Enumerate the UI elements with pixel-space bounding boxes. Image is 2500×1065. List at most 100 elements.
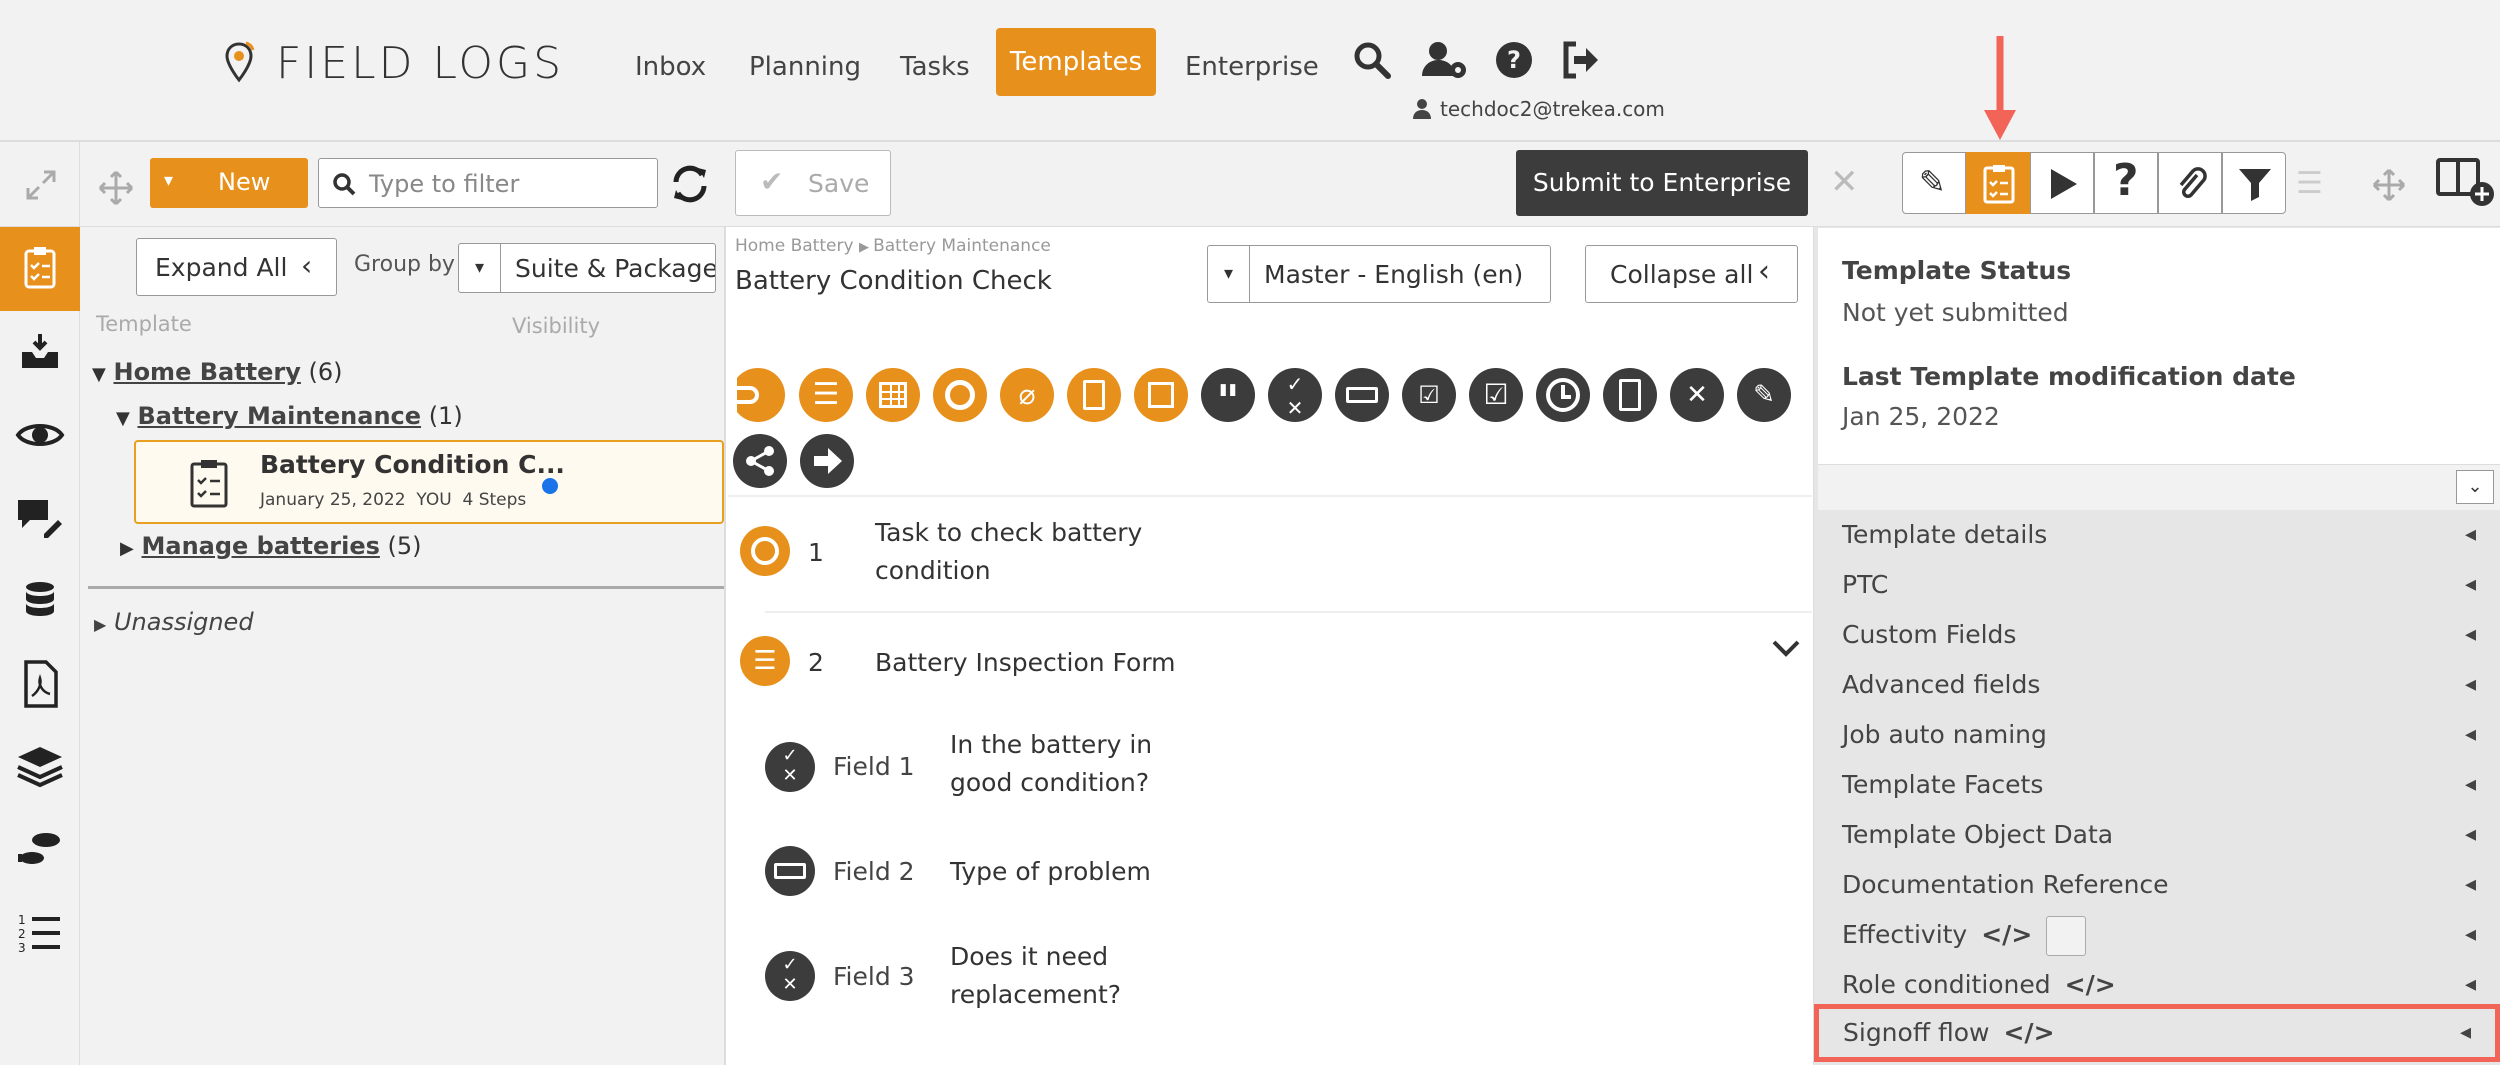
palette-next-arrow-icon[interactable] bbox=[800, 434, 854, 488]
column-header-template: Template bbox=[96, 312, 192, 336]
palette-list-icon[interactable]: ☰ bbox=[799, 368, 853, 422]
section-template-facets[interactable]: Template Facets ◂ bbox=[1818, 760, 2500, 810]
clipboard-checklist-icon[interactable] bbox=[14, 243, 66, 295]
breadcrumb-item[interactable]: Battery Maintenance bbox=[873, 236, 1051, 256]
arrow-down-annotation-icon bbox=[1984, 36, 2016, 140]
check-cross-field-icon: ✓ ✕ bbox=[765, 951, 815, 1001]
app-logo[interactable]: FIELD LOGS bbox=[276, 38, 564, 90]
play-tab[interactable] bbox=[2030, 152, 2094, 214]
palette-checklist-icon[interactable] bbox=[1067, 368, 1121, 422]
filter-tab[interactable] bbox=[2222, 152, 2286, 214]
checklist-tab-active[interactable] bbox=[1966, 152, 2030, 214]
layers-icon[interactable] bbox=[14, 741, 66, 793]
tree-node-manage-batteries[interactable]: ▶ Manage batteries (5) bbox=[120, 530, 422, 565]
palette-start-icon[interactable] bbox=[737, 368, 785, 422]
chevron-left-icon: ‹ bbox=[301, 249, 313, 282]
nav-enterprise[interactable]: Enterprise bbox=[1165, 40, 1339, 94]
new-button[interactable]: ▾ New bbox=[150, 158, 308, 208]
svg-text:3: 3 bbox=[18, 941, 26, 955]
refresh-icon[interactable] bbox=[668, 162, 712, 206]
tree-node-battery-maintenance[interactable]: ▼ Battery Maintenance (1) bbox=[116, 400, 463, 435]
palette-dropdown-icon[interactable] bbox=[1335, 368, 1389, 422]
chevron-down-icon[interactable]: ⌄ bbox=[2456, 470, 2494, 504]
section-custom-fields[interactable]: Custom Fields ◂ bbox=[1818, 610, 2500, 660]
palette-multi-check-icon[interactable]: ☑ bbox=[1402, 368, 1456, 422]
footsteps-icon[interactable] bbox=[14, 824, 66, 876]
add-panel-icon[interactable] bbox=[2436, 156, 2496, 208]
nav-tasks[interactable]: Tasks bbox=[880, 40, 990, 94]
palette-table-icon[interactable] bbox=[866, 368, 920, 422]
section-template-object-data[interactable]: Template Object Data ◂ bbox=[1818, 810, 2500, 860]
section-ptc[interactable]: PTC ◂ bbox=[1818, 560, 2500, 610]
field-text[interactable]: In the battery in bbox=[950, 730, 1152, 759]
step-text[interactable]: Battery Inspection Form bbox=[875, 648, 1176, 677]
group-by-select[interactable]: ▾ Suite & Package bbox=[458, 243, 716, 293]
attachment-tab[interactable] bbox=[2158, 152, 2222, 214]
section-signoff-flow[interactable]: Signoff flow </> ◂ bbox=[1814, 1004, 2500, 1062]
section-advanced-fields[interactable]: Advanced fields ◂ bbox=[1818, 660, 2500, 710]
logout-icon[interactable] bbox=[1558, 38, 1602, 82]
field-text-cont[interactable]: replacement? bbox=[950, 980, 1121, 1009]
step-text[interactable]: Task to check battery bbox=[875, 518, 1142, 547]
help-tab[interactable]: ? bbox=[2094, 152, 2158, 214]
caret-down-icon: ▼ bbox=[116, 408, 130, 429]
submit-to-enterprise-button[interactable]: Submit to Enterprise bbox=[1516, 150, 1808, 216]
palette-check-cross-icon[interactable]: ✓ ✕ bbox=[1268, 368, 1322, 422]
palette-quote-icon[interactable]: " bbox=[1201, 368, 1255, 427]
section-documentation-reference[interactable]: Documentation Reference ◂ bbox=[1818, 860, 2500, 910]
breadcrumb-item[interactable]: Home Battery bbox=[735, 236, 854, 256]
chevron-down-icon[interactable] bbox=[1770, 634, 1802, 660]
language-select[interactable]: ▾ Master - English (en) bbox=[1207, 245, 1551, 303]
inbox-tray-icon[interactable] bbox=[14, 326, 66, 378]
chevron-left-icon: ◂ bbox=[2459, 1020, 2471, 1045]
save-button[interactable]: ✔ Save bbox=[735, 150, 891, 216]
chevron-left-icon: ◂ bbox=[2464, 972, 2476, 997]
clipboard-checklist-icon bbox=[1983, 165, 2015, 204]
tree-node-unassigned[interactable]: ▶ Unassigned bbox=[94, 606, 254, 641]
section-label: Template Object Data bbox=[1842, 820, 2114, 849]
close-icon[interactable]: ✕ bbox=[1830, 162, 1859, 202]
list-icon[interactable]: 123 bbox=[14, 907, 66, 959]
step-text-cont[interactable]: condition bbox=[875, 556, 991, 585]
nav-planning[interactable]: Planning bbox=[729, 40, 881, 94]
check-icon: ✔ bbox=[760, 165, 784, 198]
nav-inbox[interactable]: Inbox bbox=[615, 40, 726, 94]
effectivity-checkbox[interactable] bbox=[2046, 916, 2087, 956]
field-text[interactable]: Type of problem bbox=[950, 857, 1151, 886]
palette-share-icon[interactable] bbox=[733, 434, 787, 488]
palette-tools-icon[interactable]: ✕ bbox=[1670, 368, 1724, 422]
edit-tab[interactable]: ✎ bbox=[1902, 152, 1966, 214]
tree-node-home-battery[interactable]: ▼ Home Battery (6) bbox=[92, 356, 343, 391]
section-role-conditioned[interactable]: Role conditioned </> ◂ bbox=[1818, 960, 2500, 1010]
comment-edit-icon[interactable] bbox=[14, 492, 66, 544]
palette-calculator-icon[interactable] bbox=[1603, 368, 1657, 422]
section-effectivity[interactable]: Effectivity </> ◂ bbox=[1818, 910, 2500, 960]
nav-templates[interactable]: Templates bbox=[996, 28, 1156, 96]
caret-right-icon: ▶ bbox=[120, 538, 134, 559]
palette-attachment-icon[interactable]: ⌀ bbox=[1000, 368, 1054, 422]
search-icon[interactable] bbox=[1350, 38, 1394, 82]
move-handle-icon[interactable] bbox=[2372, 168, 2406, 202]
card-title: Battery Condition C... bbox=[260, 450, 565, 479]
palette-edit-icon[interactable]: ✎ bbox=[1737, 368, 1791, 422]
move-handle-icon[interactable] bbox=[98, 170, 134, 206]
field-text-cont[interactable]: good condition? bbox=[950, 768, 1149, 797]
section-template-details[interactable]: Template details ◂ bbox=[1818, 510, 2500, 560]
database-icon[interactable] bbox=[14, 575, 66, 627]
user-email[interactable]: techdoc2@trekea.com bbox=[1440, 96, 1665, 122]
palette-film-icon[interactable] bbox=[1134, 368, 1188, 422]
expand-icon[interactable] bbox=[24, 168, 58, 202]
field-text[interactable]: Does it need bbox=[950, 942, 1108, 971]
pdf-file-icon[interactable] bbox=[14, 658, 66, 710]
palette-task-icon[interactable] bbox=[933, 368, 987, 422]
palette-clock-icon[interactable] bbox=[1536, 368, 1590, 422]
template-card-selected[interactable]: Battery Condition C... January 25, 2022 … bbox=[134, 440, 724, 524]
section-job-auto-naming[interactable]: Job auto naming ◂ bbox=[1818, 710, 2500, 760]
help-icon[interactable]: ? bbox=[1492, 38, 1536, 82]
expand-all-button[interactable]: Expand All ‹ bbox=[136, 238, 337, 296]
filter-input[interactable]: Type to filter bbox=[318, 158, 658, 208]
collapse-all-button[interactable]: Collapse all ‹ bbox=[1585, 245, 1798, 303]
user-settings-icon[interactable] bbox=[1420, 38, 1470, 82]
eye-icon[interactable] bbox=[14, 409, 66, 461]
palette-checkbox-icon[interactable]: ☑ bbox=[1469, 368, 1523, 422]
